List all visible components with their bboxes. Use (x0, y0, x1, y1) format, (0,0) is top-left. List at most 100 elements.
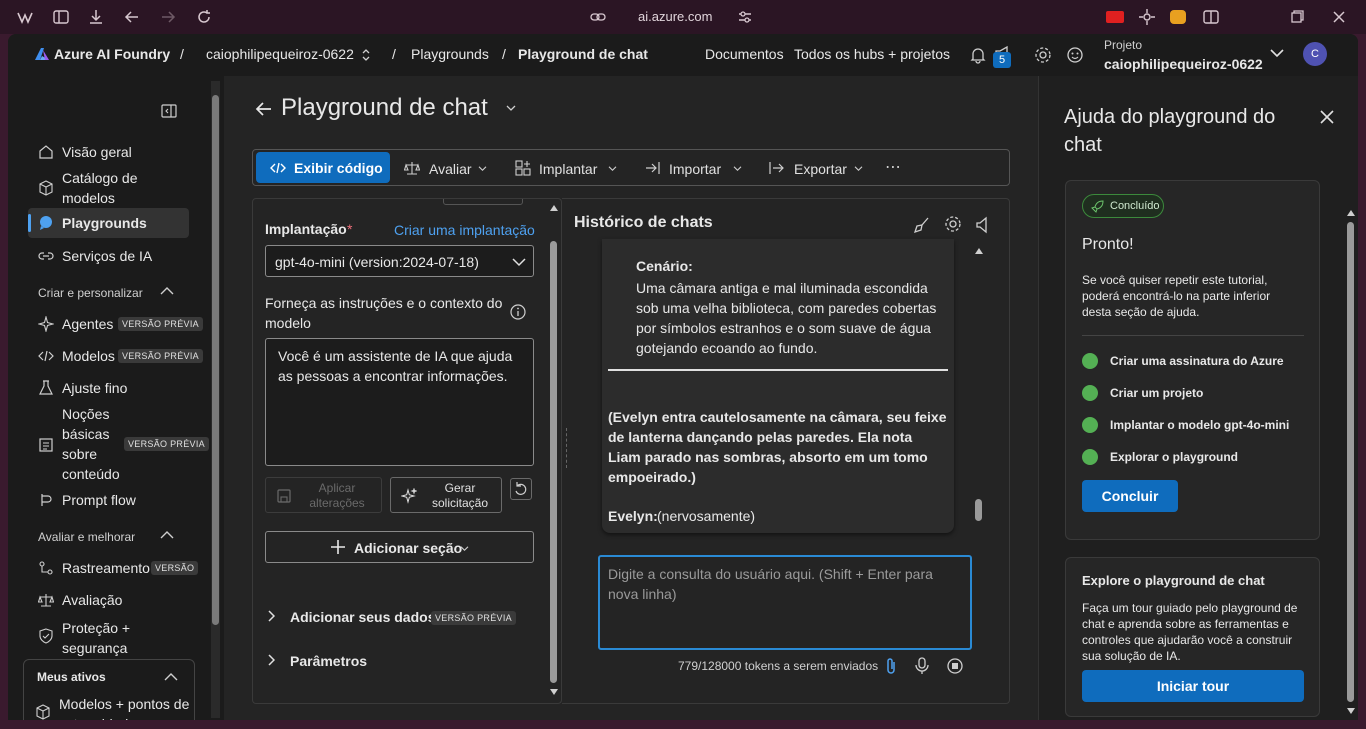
sidebar-item-safety[interactable]: Proteção + segurança (28, 614, 189, 658)
evaluate-label: Avaliar (429, 161, 472, 177)
sidebar-toggle-icon[interactable] (52, 8, 70, 26)
document-scan-icon (38, 437, 54, 453)
browser-logo-icon[interactable] (16, 8, 34, 26)
top-navigation: Azure AI Foundry / caiophilipequeiroz-06… (8, 34, 1358, 76)
split-view-icon[interactable] (1202, 8, 1220, 26)
user-query-input[interactable]: Digite a consulta do usuário aqui. (Shif… (598, 555, 972, 650)
chevron-up-icon[interactable] (164, 672, 178, 682)
preview-badge: VERSÃO PRÉVIA (431, 611, 516, 625)
brand-name[interactable]: Azure AI Foundry (54, 46, 170, 62)
sidebar-item-model-catalog[interactable]: Catálogo de modelos (28, 168, 189, 212)
reset-button[interactable] (510, 478, 532, 500)
undo-icon (513, 481, 529, 497)
my-assets-panel: Meus ativos Modelos + pontos de extremid… (23, 659, 195, 720)
chevron-up-icon[interactable] (160, 286, 174, 296)
instructions-textarea[interactable]: Você é um assistente de IA que ajuda as … (265, 338, 534, 466)
chevron-up-icon[interactable] (160, 530, 174, 540)
gear-icon[interactable] (1034, 46, 1052, 64)
add-section-button[interactable]: Adicionar seção (265, 531, 534, 563)
cat-extension-icon[interactable] (1170, 10, 1186, 24)
stop-circle-icon[interactable] (946, 657, 964, 675)
breadcrumb-separator: / (502, 46, 506, 62)
sidebar-item-tracing[interactable]: Rastreamento VERSÃO (28, 553, 218, 583)
bell-icon[interactable] (969, 46, 987, 64)
sidebar-item-agents[interactable]: Agentes VERSÃO PRÉVIA (28, 309, 218, 339)
ready-text: Se você quiser repetir este tutorial, po… (1082, 273, 1271, 319)
add-data-section[interactable]: Adicionar seus dados VERSÃO PRÉVIA (265, 605, 535, 629)
breadcrumb-playgrounds[interactable]: Playgrounds (411, 46, 489, 62)
create-deployment-link[interactable]: Criar uma implantação (394, 222, 535, 238)
paperclip-icon[interactable] (884, 657, 898, 675)
chevron-down-icon[interactable] (1270, 48, 1284, 58)
instructions-value: Você é um assistente de IA que ajuda as … (278, 348, 513, 384)
docs-link[interactable]: Documentos (705, 46, 784, 62)
sidebar-item-evaluation[interactable]: Avaliação (28, 585, 189, 615)
preview-badge: VERSÃO PRÉVIA (124, 437, 209, 451)
close-window-icon[interactable] (1330, 8, 1348, 26)
speaker-icon[interactable] (975, 216, 991, 234)
scrollbar-thumb[interactable] (212, 95, 219, 625)
sidebar-item-ai-services[interactable]: Serviços de IA (28, 241, 189, 271)
back-arrow-icon[interactable] (254, 99, 274, 119)
user-query-placeholder: Digite a consulta do usuário aqui. (Shif… (608, 566, 933, 602)
sidebar-item-models-endpoints[interactable]: Modelos + pontos de extremidade (59, 694, 199, 720)
parameters-section[interactable]: Parâmetros (265, 649, 535, 673)
scrollbar-thumb[interactable] (1347, 222, 1354, 702)
agent-sparkle-icon (38, 316, 54, 332)
tutorial-complete-card: Concluído Pronto! Se você quiser repetir… (1065, 180, 1320, 540)
chat-panel: Histórico de chats Cenário: Uma câmara a… (562, 198, 1010, 704)
apply-changes-label: Aplicar alterações (309, 481, 365, 510)
collapse-sidebar-icon[interactable] (161, 104, 177, 118)
sidebar-item-content-understanding[interactable]: Noções básicas sobre conteúdo VERSÃO PRÉ… (28, 404, 218, 486)
sidebar-item-overview[interactable]: Visão geral (28, 137, 189, 167)
sidebar-scrollbar[interactable] (211, 81, 220, 718)
restore-window-icon[interactable] (1288, 8, 1306, 26)
forward-icon[interactable] (159, 8, 177, 26)
broom-clear-icon[interactable] (913, 216, 931, 234)
microphone-icon[interactable] (915, 657, 929, 675)
scroll-up-arrow-icon (550, 205, 558, 211)
required-asterisk: * (347, 221, 353, 237)
site-settings-icon[interactable] (736, 8, 754, 26)
sidebar-item-playgrounds[interactable]: Playgrounds (28, 208, 189, 238)
sidebar-item-fine-tune[interactable]: Ajuste fino (28, 373, 189, 403)
chevron-updown-icon[interactable] (360, 48, 372, 62)
project-name[interactable]: caiophilipequeiroz-0622 (1104, 56, 1263, 72)
avatar[interactable]: C (1303, 42, 1327, 66)
scrollbar-thumb[interactable] (550, 241, 557, 683)
chat-scrollbar[interactable] (972, 241, 986, 531)
info-icon[interactable] (510, 304, 526, 320)
finish-button[interactable]: Concluir (1082, 480, 1178, 512)
gear-icon[interactable] (944, 215, 962, 233)
all-hubs-link[interactable]: Todos os hubs + projetos (794, 46, 950, 62)
back-icon[interactable] (123, 8, 141, 26)
close-icon[interactable] (1319, 109, 1335, 125)
extension-icon[interactable] (1138, 8, 1156, 26)
generate-prompt-button[interactable]: Gerar solicitação (390, 477, 502, 513)
smiley-feedback-icon[interactable] (1066, 46, 1084, 64)
deployment-select[interactable]: gpt-4o-mini (version:2024-07-18) (265, 245, 534, 277)
title-chevron-down-icon[interactable] (506, 104, 516, 112)
address-bar[interactable]: ai.azure.com (590, 8, 760, 26)
view-code-button[interactable]: Exibir código (256, 152, 390, 183)
check-circle-icon (1082, 417, 1098, 433)
youtube-extension-icon[interactable] (1106, 11, 1124, 23)
sidebar-item-label: Avaliação (62, 592, 123, 608)
setup-scrollbar[interactable] (547, 199, 561, 703)
deploy-label: Implantar (539, 161, 598, 177)
partially-hidden-button[interactable] (443, 199, 523, 205)
sidebar-item-prompt-flow[interactable]: Prompt flow (28, 485, 189, 515)
start-tour-button[interactable]: Iniciar tour (1082, 670, 1304, 702)
azure-logo-icon[interactable] (34, 46, 50, 62)
more-options-icon[interactable]: ⋯ (885, 157, 902, 177)
breadcrumb-separator: / (180, 46, 184, 62)
scroll-down-arrow-icon (1347, 708, 1355, 714)
breadcrumb-project[interactable]: caiophilipequeiroz-0622 (206, 46, 354, 62)
reload-icon[interactable] (195, 8, 213, 26)
scroll-down-arrow-icon (550, 689, 558, 695)
download-icon[interactable] (87, 8, 105, 26)
sidebar-item-models[interactable]: Modelos VERSÃO PRÉVIA (28, 341, 218, 371)
help-scrollbar[interactable] (1345, 210, 1355, 714)
scrollbar-thumb[interactable] (975, 499, 982, 521)
apply-changes-button[interactable]: Aplicar alterações (265, 477, 382, 513)
